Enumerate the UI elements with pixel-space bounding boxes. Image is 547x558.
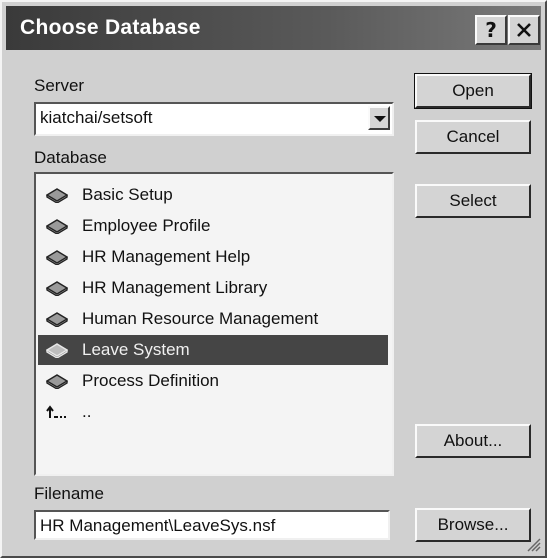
parent-folder-icon bbox=[46, 405, 66, 418]
filename-field[interactable]: HR Management\LeaveSys.nsf bbox=[34, 510, 390, 540]
list-item[interactable]: Process Definition bbox=[38, 366, 388, 396]
database-label: Database bbox=[34, 148, 107, 168]
database-book-icon bbox=[46, 219, 68, 234]
filename-label: Filename bbox=[34, 484, 104, 504]
list-item-label: Employee Profile bbox=[82, 216, 211, 235]
close-icon bbox=[517, 23, 531, 37]
database-book-icon bbox=[46, 312, 68, 327]
database-book-icon bbox=[46, 343, 68, 358]
browse-button[interactable]: Browse... bbox=[415, 508, 531, 542]
filename-value: HR Management\LeaveSys.nsf bbox=[40, 516, 276, 535]
list-item-label: Leave System bbox=[82, 340, 190, 359]
list-item-selected[interactable]: Leave System bbox=[38, 335, 388, 365]
server-label-text: Server bbox=[34, 76, 85, 95]
database-list[interactable]: Basic Setup Employee Profile HR Manageme… bbox=[34, 172, 394, 476]
choose-database-dialog: Choose Database ? Server kiatchai/setsof… bbox=[0, 0, 547, 558]
list-item-label: Process Definition bbox=[82, 371, 220, 390]
title-bar[interactable]: Choose Database ? bbox=[6, 6, 541, 50]
filename-label-text: Filename bbox=[34, 484, 104, 503]
database-book-icon bbox=[46, 188, 68, 203]
database-book-icon bbox=[46, 281, 68, 296]
list-item[interactable]: Basic Setup bbox=[38, 180, 388, 210]
server-combobox[interactable]: kiatchai/setsoft bbox=[34, 102, 394, 136]
list-item-label: HR Management Library bbox=[82, 278, 268, 297]
list-item-label: HR Management Help bbox=[82, 247, 251, 266]
select-button[interactable]: Select bbox=[415, 184, 531, 218]
resize-grip-icon[interactable] bbox=[525, 536, 541, 552]
server-value: kiatchai/setsoft bbox=[40, 108, 153, 127]
window-title: Choose Database bbox=[20, 16, 201, 39]
list-item-label: .. bbox=[82, 402, 92, 421]
help-button[interactable]: ? bbox=[475, 15, 507, 45]
about-button[interactable]: About... bbox=[415, 424, 531, 458]
list-item[interactable]: HR Management Help bbox=[38, 242, 388, 272]
database-label-text: Database bbox=[34, 148, 107, 167]
database-book-icon bbox=[46, 250, 68, 265]
open-button[interactable]: Open bbox=[414, 73, 532, 109]
list-item[interactable]: HR Management Library bbox=[38, 273, 388, 303]
list-item[interactable]: .. bbox=[38, 397, 388, 427]
list-item[interactable]: Human Resource Management bbox=[38, 304, 388, 334]
close-button[interactable] bbox=[508, 15, 540, 45]
list-item[interactable]: Employee Profile bbox=[38, 211, 388, 241]
dropdown-arrow-icon[interactable] bbox=[368, 106, 390, 130]
cancel-button[interactable]: Cancel bbox=[415, 120, 531, 154]
server-label: Server bbox=[34, 76, 84, 96]
list-item-label: Human Resource Management bbox=[82, 309, 319, 328]
list-item-label: Basic Setup bbox=[82, 185, 173, 204]
database-book-icon bbox=[46, 374, 68, 389]
